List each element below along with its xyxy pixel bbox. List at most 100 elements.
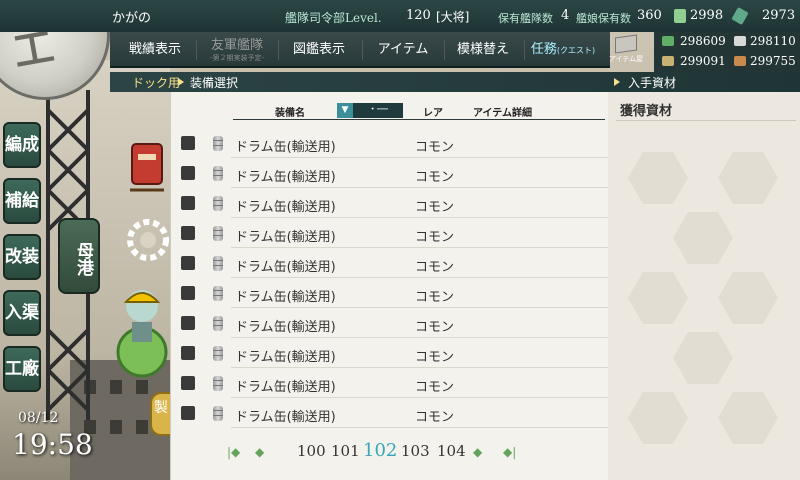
page-101[interactable]: 101 [331, 442, 360, 460]
fairy-worker-icon [116, 290, 168, 378]
header-name: 装備名 [275, 108, 305, 119]
item-shop-icon [615, 34, 637, 54]
equipment-count: 2998 [690, 8, 724, 23]
drum-can-icon [213, 286, 223, 301]
table-row[interactable]: ドラム缶(輸送用) コモン [171, 308, 609, 338]
admiral-name: かがの [112, 11, 152, 26]
row-checkbox[interactable] [181, 406, 195, 420]
equipment-list-panel: 装備名 ▼ ・── レア アイテム詳細 ドラム缶(輸送用) コモン ドラム缶(輸送… [170, 92, 609, 480]
row-checkbox[interactable] [181, 286, 195, 300]
menu-interior[interactable]: 模様替え [448, 32, 518, 68]
item-shop-label: アイテム屋 [608, 55, 644, 63]
breadcrumb: ドック用 装備選択 入手資材 [110, 72, 800, 92]
row-rarity: コモン [415, 200, 455, 215]
acquired-resources-title: 獲得資材 [620, 104, 673, 119]
menu-quest[interactable]: 任務(クエスト) [528, 32, 598, 68]
fuel-value: 298609 [680, 34, 726, 48]
fuel-icon [662, 36, 674, 46]
nav-remodel[interactable]: 改装 [3, 234, 41, 280]
shipgirl-count-label: 艦娘保有数 [576, 12, 631, 25]
ammo-icon [734, 36, 746, 46]
level-label: 艦隊司令部Level. [285, 11, 382, 25]
menu-quest-sub: (クエスト) [556, 46, 596, 55]
ammo-value: 298110 [750, 34, 796, 48]
page-104[interactable]: 104 [437, 442, 466, 460]
row-name: ドラム缶(輸送用) [235, 260, 336, 275]
last-page-icon[interactable]: ◆| [503, 446, 516, 458]
row-checkbox[interactable] [181, 376, 195, 390]
row-name: ドラム缶(輸送用) [235, 230, 336, 245]
table-row[interactable]: ドラム缶(輸送用) コモン [171, 158, 609, 188]
row-checkbox[interactable] [181, 256, 195, 270]
sort-toggle-button[interactable]: ▼ [337, 103, 353, 118]
page-103[interactable]: 103 [401, 442, 430, 460]
row-checkbox[interactable] [181, 166, 195, 180]
row-name: ドラム缶(輸送用) [235, 410, 336, 425]
table-row[interactable]: ドラム缶(輸送用) コモン [171, 188, 609, 218]
menu-friend-fleet[interactable]: 友軍艦隊 -第２期実装予定- [202, 32, 272, 68]
menu-encyclopedia[interactable]: 図鑑表示 [284, 32, 354, 68]
row-rarity: コモン [415, 410, 455, 425]
prev-page-icon[interactable]: ◆ [255, 446, 264, 458]
table-row[interactable]: ドラム缶(輸送用) コモン [171, 398, 609, 428]
row-name: ドラム缶(輸送用) [235, 170, 336, 185]
row-rarity: コモン [415, 290, 455, 305]
table-row[interactable]: ドラム缶(輸送用) コモン [171, 128, 609, 158]
item-shop-button[interactable]: アイテム屋 [598, 32, 654, 68]
row-checkbox[interactable] [181, 196, 195, 210]
furniture-icon [731, 6, 749, 26]
header-rarity: レア [423, 108, 443, 119]
drum-can-icon [213, 316, 223, 331]
drum-can-icon [213, 136, 223, 151]
first-page-icon[interactable]: |◆ [227, 446, 240, 458]
drum-can-icon [213, 406, 223, 421]
row-name: ドラム缶(輸送用) [235, 200, 336, 215]
nav-supply[interactable]: 補給 [3, 178, 41, 224]
row-rarity: コモン [415, 320, 455, 335]
equipment-icon [674, 9, 686, 23]
table-row[interactable]: ドラム缶(輸送用) コモン [171, 278, 609, 308]
filter-button[interactable]: ・── [353, 103, 403, 118]
drum-can-icon [213, 226, 223, 241]
row-rarity: コモン [415, 170, 455, 185]
page-102-current[interactable]: 102 [363, 440, 397, 461]
shipgirl-count-value: 360 [637, 8, 662, 23]
page-100[interactable]: 100 [297, 442, 326, 460]
row-checkbox[interactable] [181, 346, 195, 360]
main-menu-bar: 戦績表示 友軍艦隊 -第２期実装予定- 図鑑表示 アイテム 模様替え 任務(クエ… [110, 32, 610, 68]
breadcrumb-current: 装備選択 [190, 76, 239, 90]
table-row[interactable]: ドラム缶(輸送用) コモン [171, 338, 609, 368]
gear-icon [127, 219, 169, 261]
port-button[interactable]: 母港 [58, 218, 100, 294]
row-checkbox[interactable] [181, 136, 195, 150]
development-button[interactable]: 製 [150, 392, 172, 436]
drum-can-icon [213, 166, 223, 181]
nav-factory[interactable]: 工廠 [3, 346, 41, 392]
row-checkbox[interactable] [181, 316, 195, 330]
row-name: ドラム缶(輸送用) [235, 140, 336, 155]
table-row[interactable]: ドラム缶(輸送用) コモン [171, 218, 609, 248]
rank-label: [大将] [436, 10, 470, 24]
clock-date: 08/12 [18, 410, 59, 426]
menu-friend-fleet-label: 友軍艦隊 [210, 38, 263, 53]
fleet-count-value: 4 [561, 8, 570, 23]
resource-panel: 298609 298110 299091 299755 [654, 32, 800, 72]
menu-record[interactable]: 戦績表示 [120, 32, 190, 68]
furniture-count: 2973 [762, 8, 796, 23]
row-rarity: コモン [415, 350, 455, 365]
row-name: ドラム缶(輸送用) [235, 380, 336, 395]
nav-repair[interactable]: 入渠 [3, 290, 41, 336]
menu-items[interactable]: アイテム [368, 32, 438, 68]
menu-quest-label: 任務 [530, 42, 557, 57]
table-row[interactable]: ドラム缶(輸送用) コモン [171, 368, 609, 398]
next-page-icon[interactable]: ◆ [473, 446, 482, 458]
nav-organize[interactable]: 編成 [3, 122, 41, 168]
row-rarity: コモン [415, 380, 455, 395]
steel-icon [662, 56, 674, 66]
drum-can-icon [213, 346, 223, 361]
top-status-bar: かがの 艦隊司令部Level. 120 [大将] 保有艦隊数 4 艦娘保有数 3… [0, 0, 800, 32]
breadcrumb-arrow-icon [178, 78, 184, 86]
table-row[interactable]: ドラム缶(輸送用) コモン [171, 248, 609, 278]
breadcrumb-dock[interactable]: ドック用 [132, 74, 180, 91]
row-checkbox[interactable] [181, 226, 195, 240]
